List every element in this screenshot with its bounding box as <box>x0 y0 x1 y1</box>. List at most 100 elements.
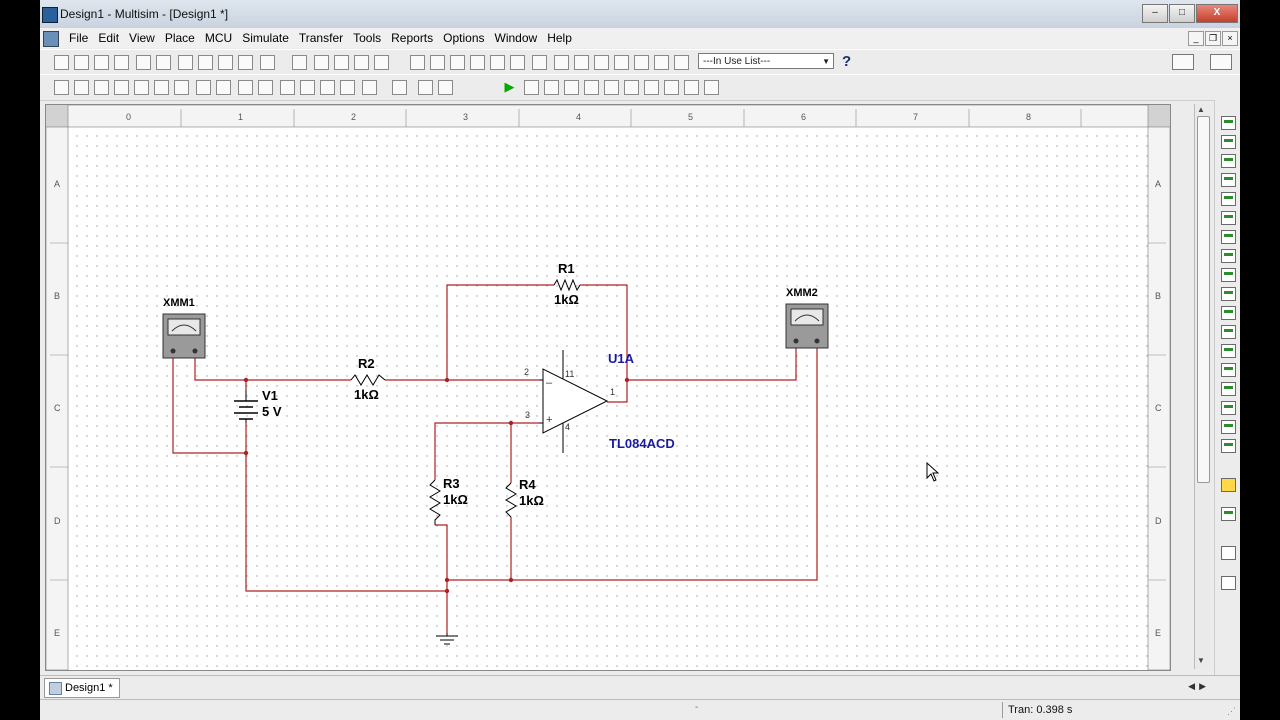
view-mode-icon[interactable] <box>1172 54 1194 70</box>
doc-minimize-button[interactable]: _ <box>1188 31 1204 46</box>
view-toggle-icon[interactable] <box>1210 54 1232 70</box>
maximize-button[interactable]: □ <box>1169 4 1195 23</box>
menu-window[interactable]: Window <box>490 30 543 46</box>
misc-icon[interactable] <box>280 80 295 95</box>
probe-voltage-icon[interactable] <box>584 80 599 95</box>
probe-current-icon[interactable] <box>604 80 619 95</box>
redo-icon[interactable] <box>260 55 275 70</box>
hierarchical-block-icon[interactable] <box>392 80 407 95</box>
tab-navigation[interactable]: ◀▶ <box>1188 681 1210 692</box>
bode-plotter-icon[interactable] <box>1221 211 1236 225</box>
power-icon[interactable] <box>258 80 273 95</box>
logic-analyzer-icon[interactable] <box>1221 287 1236 301</box>
new-file-icon[interactable] <box>54 55 69 70</box>
in-use-list-dropdown[interactable]: ---In Use List--- ▼ <box>698 53 834 69</box>
scroll-down-icon[interactable]: ▼ <box>1197 656 1205 665</box>
probe-icon[interactable] <box>564 80 579 95</box>
transistor-icon[interactable] <box>114 80 129 95</box>
agilent-multimeter-icon[interactable] <box>1221 401 1236 415</box>
postprocessor-icon[interactable] <box>554 55 569 70</box>
forward-annotate-icon[interactable] <box>634 55 649 70</box>
vertical-scrollbar[interactable]: ▲ ▼ <box>1194 104 1211 669</box>
advanced-peripherals-icon[interactable] <box>300 80 315 95</box>
probe-power-icon[interactable] <box>624 80 639 95</box>
menu-edit[interactable]: Edit <box>93 30 124 46</box>
labview-instrument-icon[interactable] <box>1221 478 1236 492</box>
rf-icon[interactable] <box>320 80 335 95</box>
zoom-area-icon[interactable] <box>354 55 369 70</box>
agilent-generator-icon[interactable] <box>1221 382 1236 396</box>
wire-icon[interactable] <box>438 80 453 95</box>
component-wizard-icon[interactable] <box>510 55 525 70</box>
probe-diff-icon[interactable] <box>644 80 659 95</box>
wrench-probe-icon[interactable] <box>1221 576 1236 590</box>
capture-area-icon[interactable] <box>594 55 609 70</box>
cmos-icon[interactable] <box>174 80 189 95</box>
tab-design1[interactable]: Design1 * <box>44 678 120 698</box>
frequency-counter-icon[interactable] <box>1221 230 1236 244</box>
cut-icon[interactable] <box>178 55 193 70</box>
schematic-canvas[interactable]: 0 1 2 3 4 5 6 7 8 A B C D E A B C D E XM… <box>45 104 1171 671</box>
transfer-ultiboard-icon[interactable] <box>614 55 629 70</box>
probe-settings-icon[interactable] <box>684 80 699 95</box>
grapher-icon[interactable] <box>532 55 547 70</box>
zoom-out-icon[interactable] <box>334 55 349 70</box>
bus-icon[interactable] <box>418 80 433 95</box>
multimeter-icon[interactable] <box>1221 116 1236 130</box>
search-icon[interactable] <box>410 55 425 70</box>
four-channel-oscilloscope-icon[interactable] <box>1221 192 1236 206</box>
print-icon[interactable] <box>136 55 151 70</box>
resize-grip-icon[interactable]: ⋰ <box>1227 706 1236 717</box>
menu-transfer[interactable]: Transfer <box>294 30 348 46</box>
analog-icon[interactable] <box>134 80 149 95</box>
copy-icon[interactable] <box>198 55 213 70</box>
zoom-fit-icon[interactable] <box>374 55 389 70</box>
menu-simulate[interactable]: Simulate <box>237 30 294 46</box>
indicator-icon[interactable] <box>238 80 253 95</box>
grid-icon[interactable] <box>470 55 485 70</box>
scroll-thumb[interactable] <box>1197 116 1210 483</box>
menu-place[interactable]: Place <box>160 30 200 46</box>
menu-options[interactable]: Options <box>438 30 489 46</box>
ttl-icon[interactable] <box>154 80 169 95</box>
back-annotate-icon[interactable] <box>654 55 669 70</box>
doc-close-button[interactable]: × <box>1222 31 1238 46</box>
design-toolbox-icon[interactable] <box>450 55 465 70</box>
close-button[interactable]: X <box>1196 4 1238 23</box>
open-icon[interactable] <box>74 55 89 70</box>
measurement-probe-icon[interactable] <box>1221 546 1236 560</box>
distortion-analyzer-icon[interactable] <box>1221 325 1236 339</box>
network-analyzer-icon[interactable] <box>1221 363 1236 377</box>
minimize-button[interactable]: – <box>1142 4 1168 23</box>
oscilloscope-icon[interactable] <box>1221 173 1236 187</box>
erc-icon[interactable] <box>574 55 589 70</box>
pause-icon[interactable] <box>524 80 539 95</box>
tektronix-oscilloscope-icon[interactable] <box>1221 439 1236 453</box>
menu-reports[interactable]: Reports <box>386 30 438 46</box>
mcu-icon[interactable] <box>362 80 377 95</box>
stop-icon[interactable] <box>544 80 559 95</box>
iv-analyzer-icon[interactable] <box>1221 306 1236 320</box>
probe-settings2-icon[interactable] <box>704 80 719 95</box>
undo-icon[interactable] <box>238 55 253 70</box>
menu-mcu[interactable]: MCU <box>200 30 237 46</box>
help-button[interactable]: ? <box>842 53 851 70</box>
basic-icon[interactable] <box>74 80 89 95</box>
move-icon[interactable] <box>674 55 689 70</box>
word-generator-icon[interactable] <box>1221 249 1236 263</box>
doc-restore-button[interactable]: ❐ <box>1205 31 1221 46</box>
probe-ref-icon[interactable] <box>664 80 679 95</box>
fullscreen-icon[interactable] <box>292 55 307 70</box>
document-icon[interactable] <box>43 31 59 47</box>
save-icon[interactable] <box>114 55 129 70</box>
print-preview-icon[interactable] <box>156 55 171 70</box>
diode-icon[interactable] <box>94 80 109 95</box>
zoom-in-icon[interactable] <box>314 55 329 70</box>
current-probe-icon[interactable] <box>1221 507 1236 521</box>
function-generator-icon[interactable] <box>1221 135 1236 149</box>
menu-view[interactable]: View <box>124 30 160 46</box>
database-manager-icon[interactable] <box>490 55 505 70</box>
scroll-up-icon[interactable]: ▲ <box>1197 105 1205 114</box>
menu-tools[interactable]: Tools <box>348 30 386 46</box>
logic-converter-icon[interactable] <box>1221 268 1236 282</box>
